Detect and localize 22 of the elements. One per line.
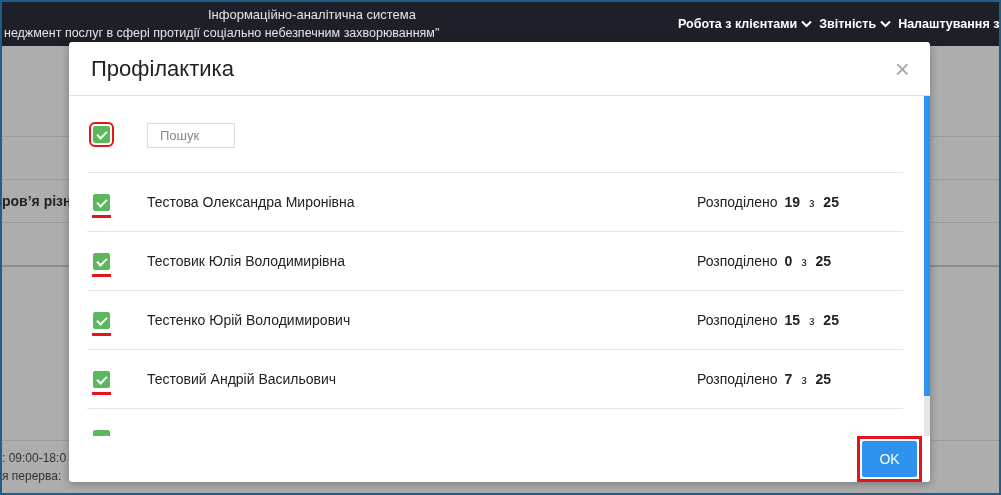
checkbox[interactable]: [93, 253, 110, 270]
allocation-count: Розподілено 7 з 25: [697, 371, 833, 387]
working-hours-text: : 09:00-18:0: [2, 450, 67, 467]
allocation-count: Розподілено 15 з 25: [697, 312, 840, 328]
scrollbar[interactable]: [924, 96, 930, 436]
checkbox[interactable]: [93, 194, 110, 211]
search-field[interactable]: Пошук: [147, 122, 235, 148]
system-title: неджмент послуг в сфері протидії соціально небезпечним захворюванням": [4, 25, 440, 42]
allocation-count: Розподілено 19 з 25: [697, 194, 840, 210]
checkbox[interactable]: [93, 371, 110, 388]
person-name: Тестенко Юрій Володимирович: [147, 312, 352, 328]
nav-menu-link[interactable]: Робота з клієнтами: [678, 17, 813, 31]
allocation-count: Розподілено 0 з 25: [697, 253, 833, 269]
person-name: Тестовий Андрій Васильович: [147, 371, 338, 387]
nav-menu-link[interactable]: Звітність: [819, 17, 892, 31]
person-name: Тестовик Юлія Володимирівна: [147, 253, 347, 269]
nav-menu-link[interactable]: Налаштування з: [898, 17, 999, 31]
working-hours-text: я перерва:: [2, 468, 62, 485]
dialog-title: Профілактика: [91, 55, 234, 82]
person-name: Тестова Олександра Миронівна: [147, 194, 356, 210]
checkbox[interactable]: [93, 312, 110, 329]
system-title: Інформаційно-аналітична система: [207, 6, 416, 24]
